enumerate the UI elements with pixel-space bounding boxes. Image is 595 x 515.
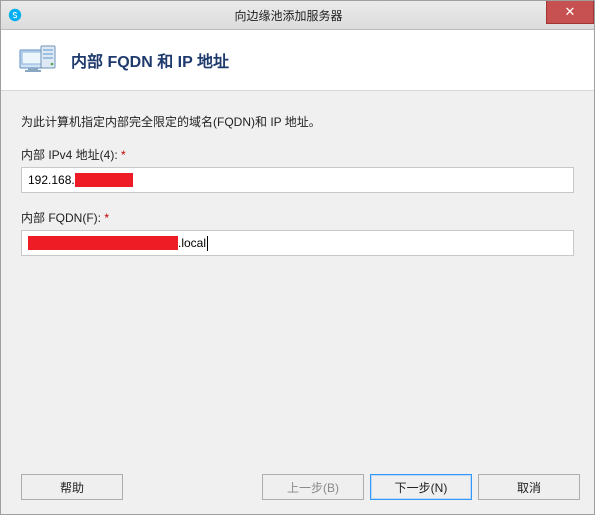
fqdn-label: 内部 FQDN(F): *: [21, 209, 574, 226]
fqdn-value-redacted: [28, 236, 178, 250]
wizard-footer: 帮助 上一步(B) 下一步(N) 取消: [1, 464, 594, 514]
fqdn-label-text: 内部 FQDN(F):: [21, 211, 101, 225]
text-cursor: [207, 236, 208, 251]
ipv4-value-visible: 192.168.: [28, 173, 75, 187]
required-mark: *: [104, 211, 109, 225]
window-title: 向边缘池添加服务器: [29, 7, 548, 24]
wizard-window: 向边缘池添加服务器 ✕ 内部 FQDN 和 IP 地址 为此计算机指定内部完全限…: [0, 0, 595, 515]
ipv4-label: 内部 IPv4 地址(4): *: [21, 146, 574, 163]
ipv4-value-redacted: [75, 173, 133, 187]
header-band: 内部 FQDN 和 IP 地址: [1, 30, 594, 91]
server-icon: [19, 44, 57, 76]
close-button[interactable]: ✕: [546, 1, 594, 24]
fqdn-value-suffix: .local: [178, 236, 206, 250]
back-button[interactable]: 上一步(B): [262, 474, 364, 500]
ipv4-input[interactable]: 192.168.: [21, 167, 574, 193]
help-button[interactable]: 帮助: [21, 474, 123, 500]
fqdn-input[interactable]: .local: [21, 230, 574, 256]
close-icon: ✕: [565, 4, 576, 20]
ipv4-label-text: 内部 IPv4 地址(4):: [21, 148, 118, 162]
cancel-button[interactable]: 取消: [478, 474, 580, 500]
page-title: 内部 FQDN 和 IP 地址: [71, 48, 229, 72]
next-button[interactable]: 下一步(N): [370, 474, 472, 500]
titlebar: 向边缘池添加服务器 ✕: [1, 1, 594, 30]
required-mark: *: [121, 148, 126, 162]
wizard-body: 为此计算机指定内部完全限定的域名(FQDN)和 IP 地址。 内部 IPv4 地…: [1, 91, 594, 464]
instruction-text: 为此计算机指定内部完全限定的域名(FQDN)和 IP 地址。: [21, 113, 574, 130]
skype-icon: [7, 7, 23, 23]
